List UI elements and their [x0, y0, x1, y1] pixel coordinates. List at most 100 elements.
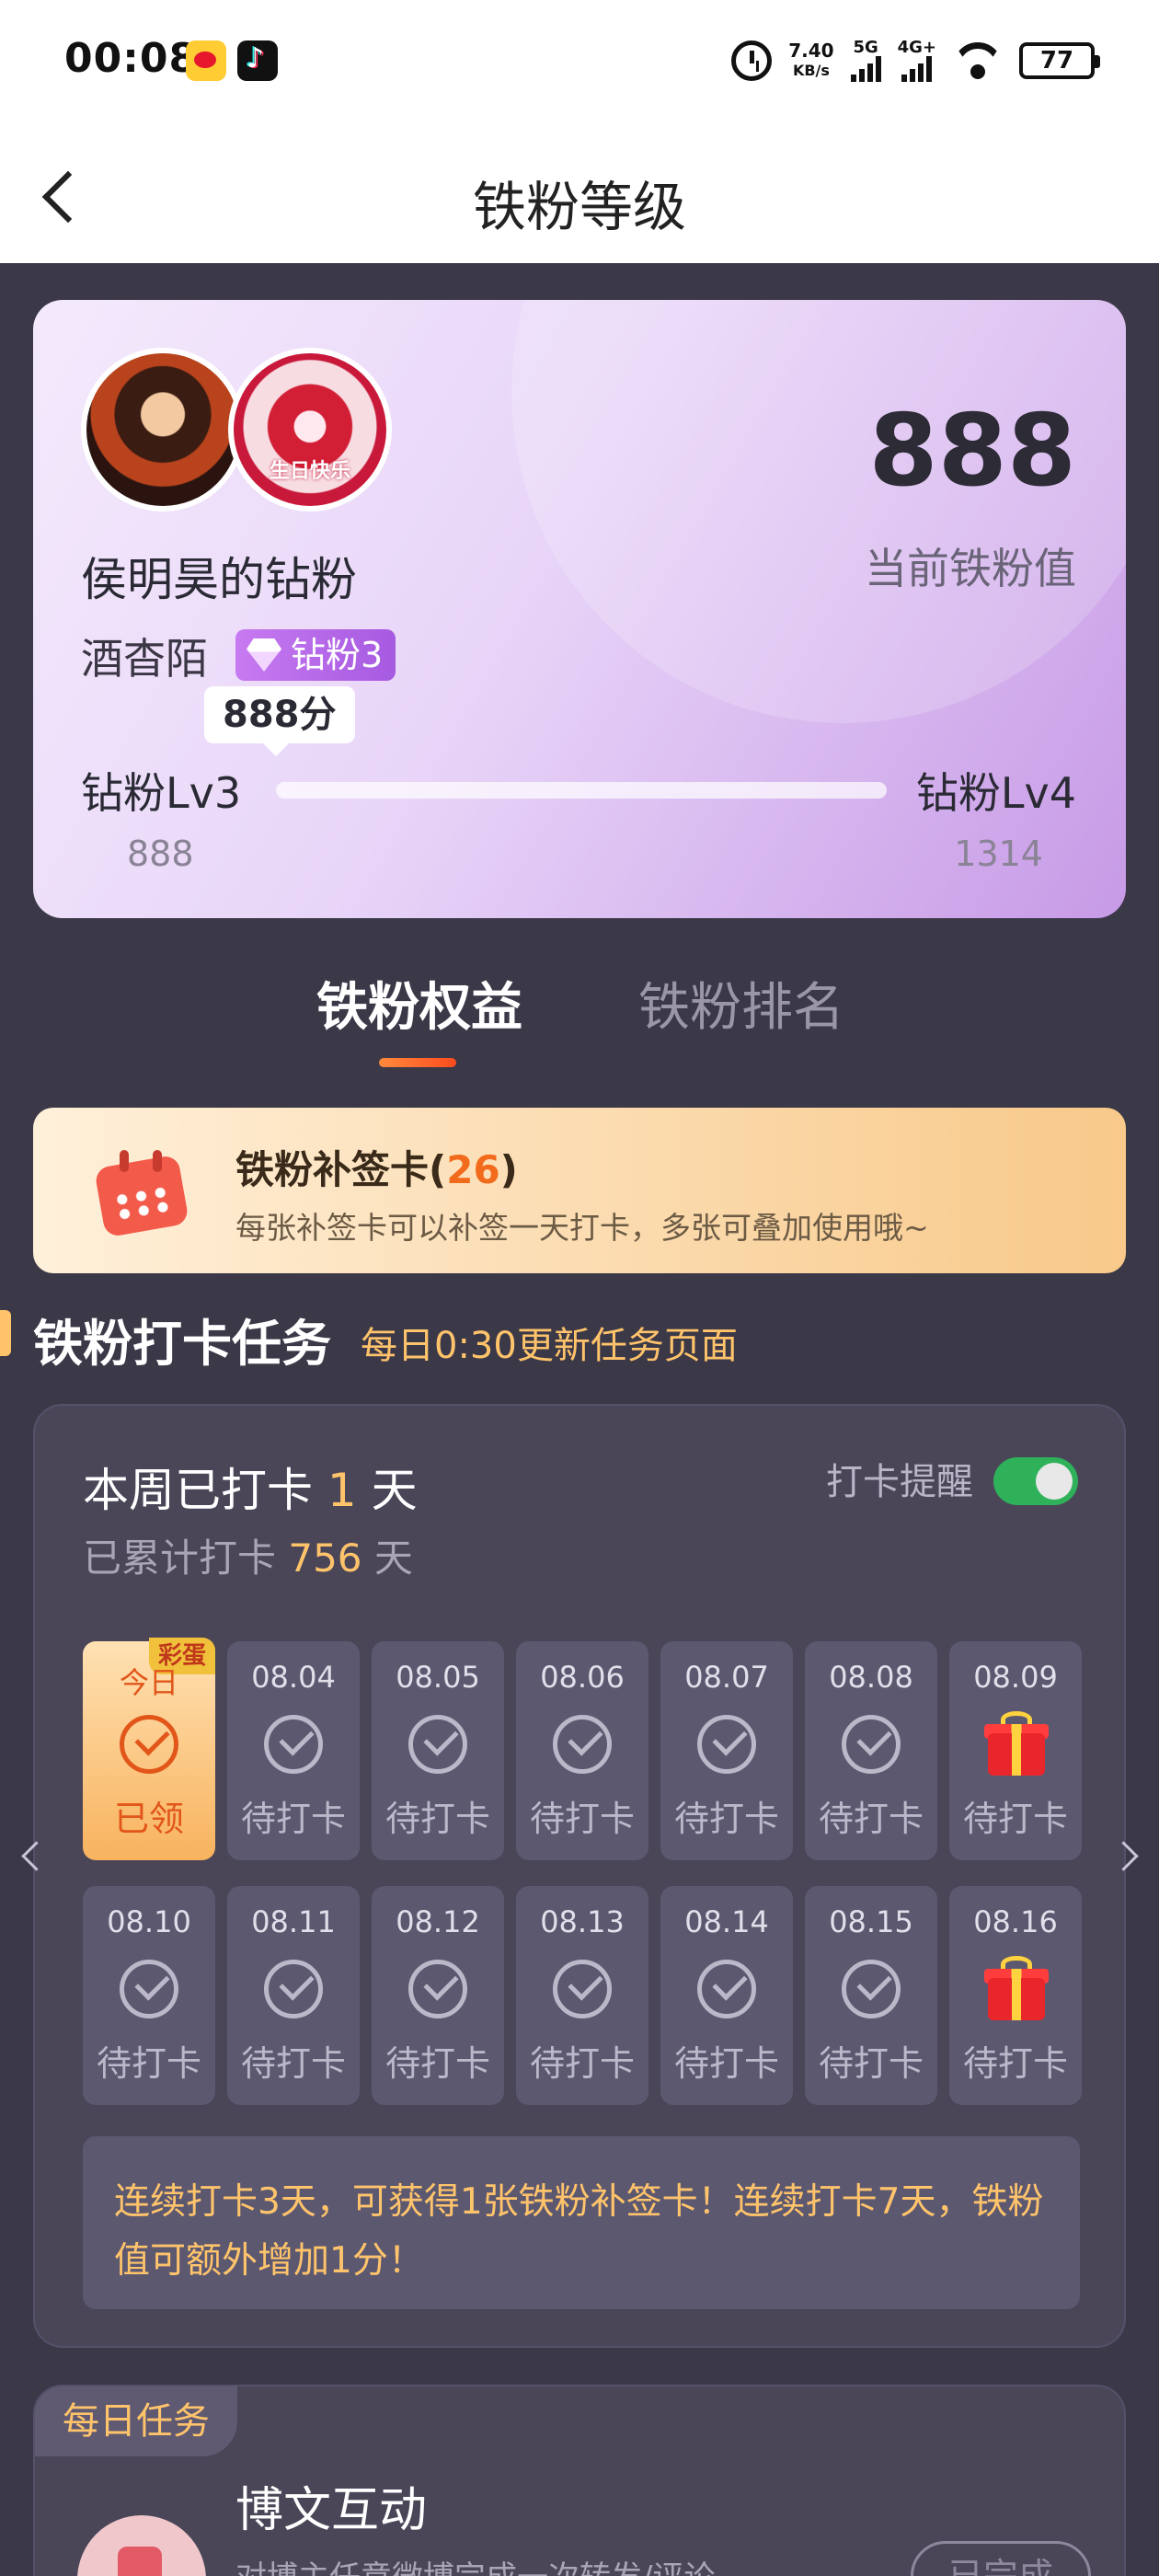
checkin-day[interactable]: 08.05 待打卡 — [372, 1641, 504, 1860]
checkin-day-status: 待打卡 — [529, 1799, 635, 1839]
daily-tasks-tag: 每日任务 — [35, 2386, 237, 2456]
checkin-day-today[interactable]: 彩蛋 今日 已领 — [83, 1638, 215, 1860]
checkin-day[interactable]: 08.13 待打卡 — [516, 1886, 648, 2105]
checkin-day-date: 08.08 — [829, 1660, 913, 1695]
check-circle-icon — [553, 1960, 612, 2018]
checkin-day-date: 08.13 — [540, 1904, 625, 1939]
checkin-day[interactable]: 08.16 待打卡 — [949, 1886, 1082, 2105]
checkin-day[interactable]: 08.09 待打卡 — [949, 1641, 1082, 1860]
checkin-reward-note: 连续打卡3天，可获得1张铁粉补签卡！连续打卡7天，铁粉值可额外增加1分！ — [83, 2136, 1080, 2309]
makeup-card-desc: 每张补签卡可以补签一天打卡，多张可叠加使用哦~ — [235, 1210, 929, 1246]
check-circle-icon — [408, 1960, 467, 2018]
checkin-day-status: 待打卡 — [240, 1799, 346, 1839]
checkin-day-status: 待打卡 — [818, 1799, 924, 1839]
check-circle-icon — [120, 1715, 178, 1774]
alarm-icon — [731, 40, 773, 81]
checkin-day-status: 待打卡 — [962, 2043, 1068, 2084]
check-circle-icon — [697, 1960, 756, 2018]
checkin-section-title: 铁粉打卡任务 — [33, 1315, 331, 1373]
checkin-day-status: 待打卡 — [240, 2043, 346, 2084]
checkin-day-status: 待打卡 — [384, 1799, 490, 1839]
current-level-value: 888 — [127, 834, 194, 874]
level-progress-bar — [276, 782, 887, 799]
week-checkin-count: 本周已打卡 1 天 — [83, 1464, 418, 1517]
checkin-day-status: 待打卡 — [818, 2043, 924, 2084]
next-level: 钻粉Lv4 — [915, 768, 1076, 818]
checkin-day-date: 今日 — [119, 1665, 178, 1700]
checkin-day-date: 08.12 — [396, 1904, 480, 1939]
checkin-day[interactable]: 08.12 待打卡 — [372, 1886, 504, 2105]
net-speed: 7.40 KB/s — [788, 40, 834, 79]
fan-club-name: 侯明昊的钻粉 — [81, 553, 357, 606]
check-circle-icon — [697, 1715, 756, 1774]
section-accent-bar — [0, 1310, 11, 1356]
badge-avatar-text: 生日快乐 — [269, 460, 350, 483]
daily-tasks-card: 每日任务 博文互动 对博主任意微博完成一次转发/评论 已完成 — [33, 2385, 1126, 2576]
checkin-day-date: 08.15 — [829, 1904, 913, 1939]
checkin-day-status: 待打卡 — [962, 1799, 1068, 1839]
checkin-day-status: 待打卡 — [673, 1799, 779, 1839]
checkin-day-status: 待打卡 — [96, 2043, 201, 2084]
checkin-day[interactable]: 08.04 待打卡 — [227, 1641, 360, 1860]
check-circle-icon — [842, 1960, 901, 2018]
checkin-day-status: 待打卡 — [529, 2043, 635, 2084]
checkin-day[interactable]: 08.10 待打卡 — [83, 1886, 215, 2105]
diamond-icon — [247, 638, 281, 672]
checkin-reminder-label: 打卡提醒 — [826, 1461, 973, 1503]
checkin-day-date: 08.11 — [251, 1904, 336, 1939]
tab-fan-ranking[interactable]: 铁粉排名 — [638, 966, 844, 1041]
checkin-day[interactable]: 08.11 待打卡 — [227, 1886, 360, 2105]
checkin-day[interactable]: 08.14 待打卡 — [660, 1886, 793, 2105]
checkin-day-date: 08.05 — [396, 1660, 480, 1695]
checkin-day[interactable]: 08.15 待打卡 — [805, 1886, 937, 2105]
current-level: 钻粉Lv3 — [81, 768, 242, 818]
task-title: 博文互动 — [235, 2483, 428, 2538]
check-circle-icon — [553, 1715, 612, 1774]
checkin-day-status: 待打卡 — [384, 2043, 490, 2084]
active-tab-indicator — [379, 1058, 456, 1067]
fan-value: 888 — [868, 394, 1076, 509]
tab-fan-rights[interactable]: 铁粉权益 — [316, 966, 522, 1041]
status-icons: 7.40 KB/s 5G 4G+ 77 — [731, 33, 1100, 88]
checkin-day[interactable]: 08.06 待打卡 — [516, 1641, 648, 1860]
checkin-day-date: 08.04 — [251, 1660, 336, 1695]
checkin-day-status: 待打卡 — [673, 2043, 779, 2084]
checkin-card: 本周已打卡 1 天 已累计打卡 756 天 打卡提醒 彩蛋 今日 已领 08.04 待打… — [33, 1404, 1126, 2348]
status-time: 00:08 — [64, 35, 199, 82]
chevron-left-icon[interactable] — [11, 1829, 52, 1884]
user-avatar[interactable] — [81, 348, 245, 512]
calendar-icon — [94, 1150, 189, 1238]
level-badge: 钻粉3 — [235, 629, 396, 681]
score-tooltip: 888分 — [204, 686, 355, 756]
checkin-day-date: 08.16 — [973, 1904, 1058, 1939]
total-checkin-count: 已累计打卡 756 天 — [83, 1535, 413, 1581]
check-circle-icon — [264, 1715, 323, 1774]
task-desc: 对博主任意微博完成一次转发/评论 — [235, 2552, 715, 2576]
checkin-day-date: 08.06 — [540, 1660, 625, 1695]
battery-icon: 77 — [1019, 42, 1100, 79]
checkin-day-status: 已领 — [113, 1799, 184, 1839]
checkin-day[interactable]: 08.08 待打卡 — [805, 1641, 937, 1860]
task-status-button[interactable]: 已完成 — [911, 2541, 1091, 2576]
check-circle-icon — [120, 1960, 178, 2018]
profile-card: 生日快乐 888 当前铁粉值 侯明昊的钻粉 酒杳陌 钻粉3 888分 钻粉Lv3… — [33, 300, 1126, 918]
thumbs-up-icon — [77, 2515, 206, 2576]
makeup-card-banner[interactable]: 铁粉补签卡(26) 每张补签卡可以补签一天打卡，多张可叠加使用哦~ — [33, 1108, 1126, 1273]
checkin-day[interactable]: 08.07 待打卡 — [660, 1641, 793, 1860]
tiktok-icon — [237, 40, 278, 81]
check-circle-icon — [264, 1960, 323, 2018]
wifi-icon — [953, 42, 1003, 79]
signal-4g-icon: 4G+ — [898, 40, 936, 82]
checkin-calendar-grid: 彩蛋 今日 已领 08.04 待打卡 08.05 待打卡 08.06 待打卡 08.07 待打卡 08… — [83, 1638, 1082, 2105]
checkin-reminder-toggle[interactable] — [993, 1457, 1078, 1505]
check-circle-icon — [842, 1715, 901, 1774]
fan-badge-avatar: 生日快乐 — [228, 348, 392, 512]
nav-header: 铁粉等级 — [0, 129, 1159, 263]
checkin-day-date: 08.10 — [107, 1904, 191, 1939]
username: 酒杳陌 — [81, 634, 208, 684]
weibo-icon — [186, 40, 226, 81]
chevron-right-icon[interactable] — [1107, 1829, 1148, 1884]
fan-value-label: 当前铁粉值 — [865, 544, 1076, 593]
gift-icon — [984, 1711, 1049, 1776]
page-title: 铁粉等级 — [472, 176, 686, 238]
